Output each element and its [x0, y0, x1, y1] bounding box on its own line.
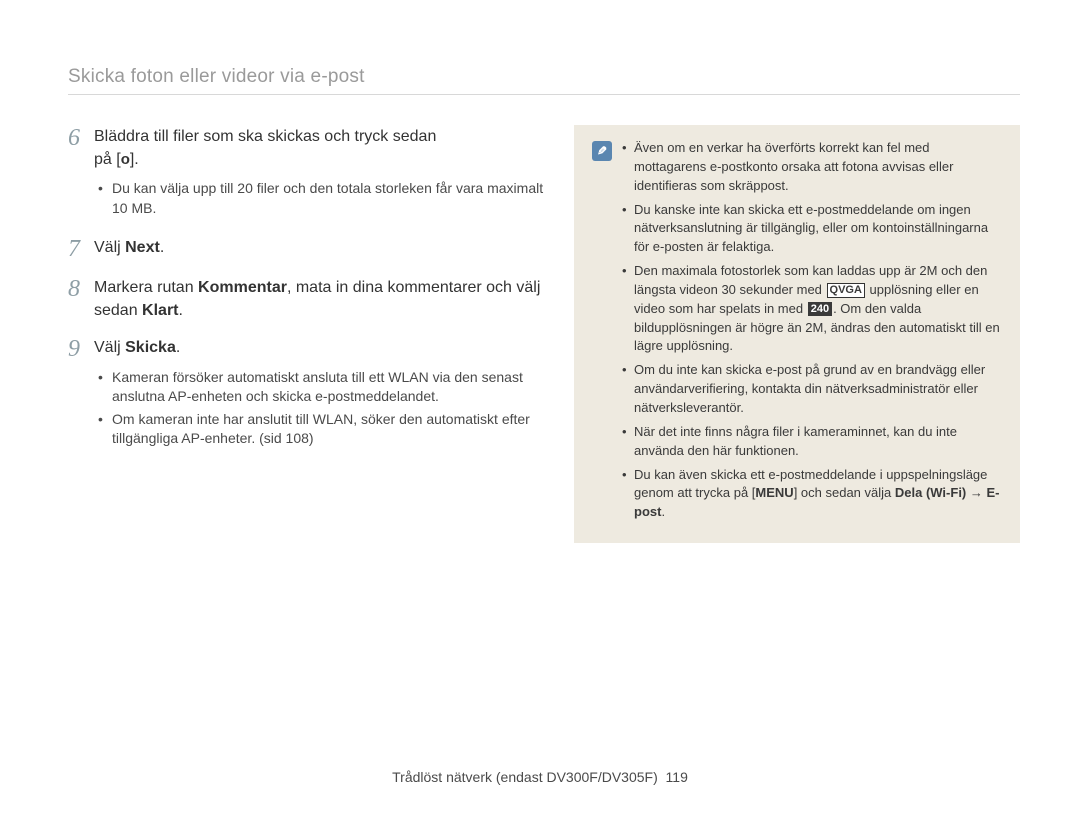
step-7: 7 Välj Next.	[68, 236, 548, 262]
step-text: .	[176, 339, 180, 356]
step-text: Välj	[94, 239, 125, 256]
bullet-item: Om kameran inte har anslutit till WLAN, …	[98, 410, 548, 449]
step-text: .	[179, 302, 183, 319]
step-bold: Klart	[142, 302, 178, 319]
content-columns: 6 Bläddra till filer som ska skickas och…	[68, 125, 1020, 543]
step-sub-bullets: Kameran försöker automatiskt ansluta til…	[94, 368, 548, 449]
bullet-item: Kameran försöker automatiskt ansluta til…	[98, 368, 548, 407]
step-number: 6	[68, 125, 94, 151]
step-bold: Next	[125, 239, 160, 256]
note-box: Även om en verkar ha överförts korrekt k…	[574, 125, 1020, 543]
step-text: ].	[130, 151, 139, 168]
note-item: Även om en verkar ha överförts korrekt k…	[622, 139, 1002, 196]
note-item: Du kanske inte kan skicka ett e-postmedd…	[622, 201, 1002, 258]
note-item: Den maximala fotostorlek som kan laddas …	[622, 262, 1002, 356]
bullet-item: Du kan välja upp till 20 filer och den t…	[98, 179, 548, 218]
note-item: När det inte finns några filer i kameram…	[622, 423, 1002, 461]
step-number: 8	[68, 276, 94, 302]
divider	[68, 94, 1020, 95]
step-number: 9	[68, 336, 94, 362]
page-title: Skicka foton eller videor via e-post	[68, 66, 1020, 88]
steps-column: 6 Bläddra till filer som ska skickas och…	[68, 125, 548, 466]
step-bold: Skicka	[125, 339, 176, 356]
step-text: på [	[94, 151, 121, 168]
step-text: Välj	[94, 339, 125, 356]
step-body: Välj Skicka. Kameran försöker automatisk…	[94, 336, 548, 452]
qvga-icon: QVGA	[827, 283, 865, 297]
step-text: Markera rutan	[94, 279, 198, 296]
step-text: .	[160, 239, 164, 256]
menu-icon: MENU	[755, 485, 793, 500]
step-body: Bläddra till filer som ska skickas och t…	[94, 125, 548, 222]
res-240-icon: 240	[808, 302, 832, 316]
step-8: 8 Markera rutan Kommentar, mata in dina …	[68, 276, 548, 322]
step-body: Markera rutan Kommentar, mata in dina ko…	[94, 276, 548, 322]
page-number: 119	[666, 769, 688, 785]
step-9: 9 Välj Skicka. Kameran försöker automati…	[68, 336, 548, 452]
step-body: Välj Next.	[94, 236, 548, 259]
note-list: Även om en verkar ha överförts korrekt k…	[622, 139, 1002, 527]
note-icon	[592, 141, 612, 161]
step-number: 7	[68, 236, 94, 262]
step-bold: Kommentar	[198, 279, 287, 296]
step-6: 6 Bläddra till filer som ska skickas och…	[68, 125, 548, 222]
footer: Trådlöst nätverk (endast DV300F/DV305F) …	[0, 769, 1080, 785]
footer-text: Trådlöst nätverk (endast DV300F/DV305F)	[392, 769, 658, 785]
note-item: Du kan även skicka ett e-postmeddelande …	[622, 466, 1002, 523]
step-text: Bläddra till filer som ska skickas och t…	[94, 128, 436, 145]
note-item: Om du inte kan skicka e-post på grund av…	[622, 361, 1002, 418]
step-sub-bullets: Du kan välja upp till 20 filer och den t…	[94, 179, 548, 218]
ok-icon: o	[121, 149, 130, 171]
notes-column: Även om en verkar ha överförts korrekt k…	[574, 125, 1020, 543]
